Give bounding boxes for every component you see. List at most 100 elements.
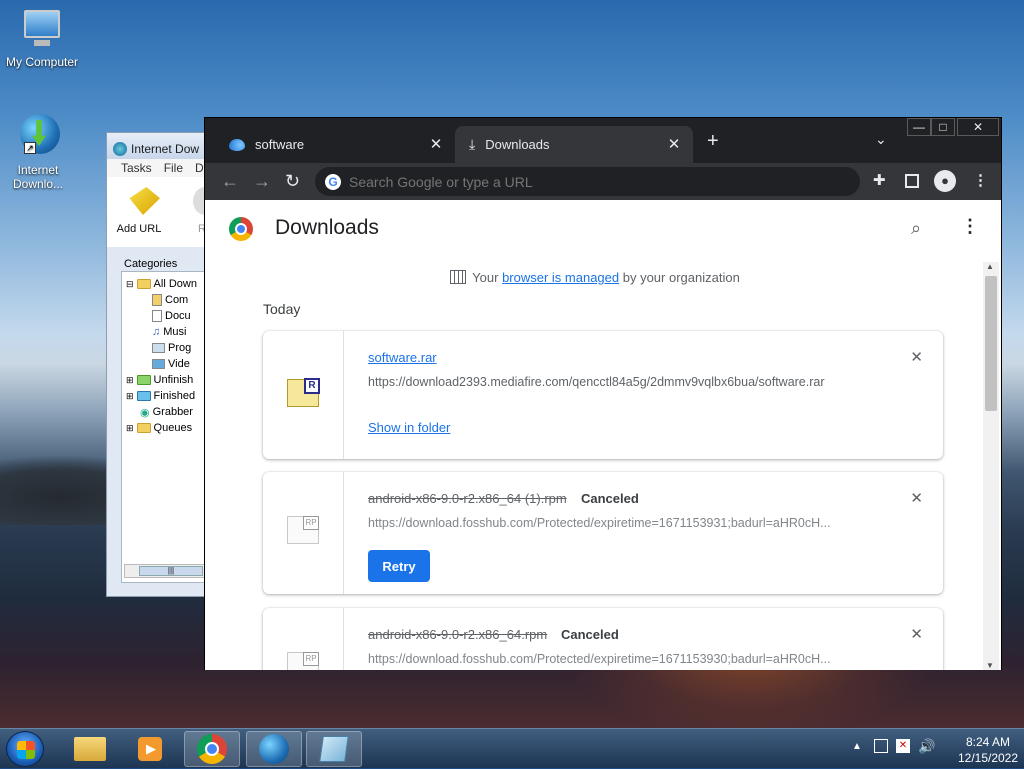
rpm-file-icon: RP: [287, 652, 319, 670]
desktop-icon-my-computer[interactable]: My Computer: [0, 8, 84, 69]
side-panel-icon[interactable]: [905, 174, 919, 188]
managed-notice: Your browser is managed by your organiza…: [205, 270, 985, 285]
profile-avatar-icon[interactable]: ●: [934, 170, 956, 192]
show-in-folder-link[interactable]: Show in folder: [368, 420, 450, 435]
close-tab-icon[interactable]: ✕: [665, 135, 683, 153]
idm-menu-downloads[interactable]: D: [195, 161, 204, 175]
remove-download-icon[interactable]: ✕: [910, 489, 923, 507]
tab-strip: software ✕ ⤓ Downloads ✕ + ⌄ — □ ✕: [205, 118, 1001, 163]
tree-item-queues[interactable]: ⊞ Queues: [122, 420, 209, 436]
retry-button[interactable]: Retry: [368, 550, 430, 582]
download-status: Canceled: [581, 491, 639, 506]
chrome-logo-icon: [229, 217, 253, 241]
add-url-label: Add URL: [116, 223, 162, 235]
idm-menu-file[interactable]: File: [164, 161, 183, 175]
notepad-icon: [319, 736, 349, 762]
tree-item-programs[interactable]: Prog: [122, 340, 209, 356]
folder-icon: [74, 737, 106, 761]
back-icon[interactable]: ←: [221, 171, 239, 192]
search-downloads-icon[interactable]: ⌕: [911, 218, 921, 239]
tree-item-compressed[interactable]: Com: [122, 292, 209, 308]
google-icon: G: [325, 173, 341, 190]
tab-software[interactable]: software ✕: [215, 126, 455, 163]
chrome-icon: [197, 734, 227, 764]
idm-title-bar[interactable]: Internet Dow: [107, 133, 209, 159]
section-today: Today: [263, 301, 301, 317]
omnibox[interactable]: G: [315, 167, 860, 196]
tree-item-video[interactable]: Vide: [122, 356, 209, 372]
rpm-file-icon: RP: [287, 516, 319, 544]
tree-horizontal-scrollbar[interactable]: |||: [124, 564, 208, 578]
taskbar-idm[interactable]: [246, 731, 302, 767]
download-status: Canceled: [561, 627, 619, 642]
mediafire-icon: [229, 138, 245, 151]
page-scrollbar[interactable]: ▲ ▼: [983, 262, 999, 670]
shortcut-arrow-icon: ↗: [24, 142, 36, 154]
network-icon[interactable]: [874, 739, 888, 753]
tree-item-all-downloads[interactable]: ⊟ All Down: [122, 276, 209, 292]
computer-icon: [20, 8, 64, 52]
close-tab-icon[interactable]: ✕: [427, 135, 445, 153]
taskbar-explorer[interactable]: [62, 731, 118, 767]
unfinished-folder-icon: [136, 375, 151, 385]
scrollbar-thumb[interactable]: [985, 276, 997, 411]
taskbar-media-player[interactable]: ▶: [122, 731, 178, 767]
taskbar-chrome[interactable]: [184, 731, 240, 767]
download-item: RP android-x86-9.0-r2.x86_64.rpm Cancele…: [263, 608, 943, 670]
queue-folder-icon: [136, 423, 151, 433]
scroll-down-icon[interactable]: ▼: [986, 661, 994, 670]
desktop-icon-label: Internet Downlo...: [12, 163, 64, 191]
taskbar: ▶ ▲ ✕ 🔊 8:24 AM 12/15/2022: [0, 728, 1024, 768]
idm-menu-tasks[interactable]: Tasks: [121, 161, 152, 175]
media-player-icon: ▶: [138, 737, 162, 761]
action-center-flag-icon[interactable]: ✕: [896, 739, 910, 753]
idm-add-url-button[interactable]: Add URL: [117, 187, 163, 245]
new-tab-icon[interactable]: +: [707, 130, 719, 153]
tab-downloads[interactable]: ⤓ Downloads ✕: [455, 126, 693, 163]
tab-search-chevron-icon[interactable]: ⌄: [875, 131, 887, 148]
clock-time: 8:24 AM: [965, 735, 1011, 749]
chrome-window[interactable]: software ✕ ⤓ Downloads ✕ + ⌄ — □ ✕ ← → ↻…: [204, 117, 1002, 670]
video-icon: [152, 359, 165, 369]
forward-icon[interactable]: →: [253, 171, 271, 192]
remove-download-icon[interactable]: ✕: [910, 625, 923, 643]
desktop-icon-internet-download-manager[interactable]: ↗ Internet Downlo...: [0, 112, 76, 191]
idm-window[interactable]: Internet Dow Tasks File D Add URL Re Cat…: [106, 132, 210, 597]
tree-item-grabber[interactable]: ◉ Grabber: [122, 404, 209, 420]
music-note-icon: ♫: [152, 326, 161, 338]
managed-link[interactable]: browser is managed: [502, 270, 619, 285]
tab-title: Downloads: [485, 137, 550, 152]
download-url[interactable]: https://download2393.mediafire.com/qencc…: [368, 375, 825, 389]
idm-globe-icon: ↗: [14, 112, 62, 160]
start-button[interactable]: [6, 731, 44, 767]
extensions-puzzle-icon[interactable]: ✚: [873, 171, 886, 189]
program-icon: [152, 343, 165, 353]
show-hidden-icons-icon[interactable]: ▲: [852, 741, 862, 752]
remove-download-icon[interactable]: ✕: [910, 348, 923, 366]
more-actions-icon[interactable]: ⋮: [961, 216, 979, 237]
folder-icon: [136, 279, 151, 289]
scroll-thumb[interactable]: |||: [139, 566, 203, 576]
address-input[interactable]: [349, 173, 829, 190]
page-title: Downloads: [275, 216, 379, 239]
grabber-icon: ◉: [140, 406, 150, 419]
idm-category-tree: ⊟ All Down Com Docu ♫ Musi Prog Vide ⊞ Unfi…: [121, 271, 209, 583]
download-file-name[interactable]: software.rar: [368, 350, 437, 365]
taskbar-notepad[interactable]: [306, 731, 362, 767]
close-window-icon[interactable]: ✕: [957, 118, 999, 136]
downloads-page: Downloads ⌕ ⋮ Your browser is managed by…: [205, 200, 1001, 670]
finished-folder-icon: [136, 391, 151, 401]
volume-icon[interactable]: 🔊: [918, 738, 935, 755]
tree-item-unfinished[interactable]: ⊞ Unfinish: [122, 372, 209, 388]
tab-title: software: [255, 137, 305, 152]
tree-item-documents[interactable]: Docu: [122, 308, 209, 324]
scroll-up-icon[interactable]: ▲: [986, 262, 994, 271]
reload-icon[interactable]: ↻: [285, 171, 300, 192]
minimize-icon[interactable]: —: [907, 118, 931, 136]
chrome-menu-icon[interactable]: ⋮: [973, 171, 988, 189]
clock[interactable]: 8:24 AM 12/15/2022: [952, 734, 1024, 766]
download-file-name: android-x86-9.0-r2.x86_64 (1).rpm: [368, 491, 567, 506]
tree-item-music[interactable]: ♫ Musi: [122, 324, 209, 340]
tree-item-finished[interactable]: ⊞ Finished: [122, 388, 209, 404]
maximize-icon[interactable]: □: [931, 118, 955, 136]
